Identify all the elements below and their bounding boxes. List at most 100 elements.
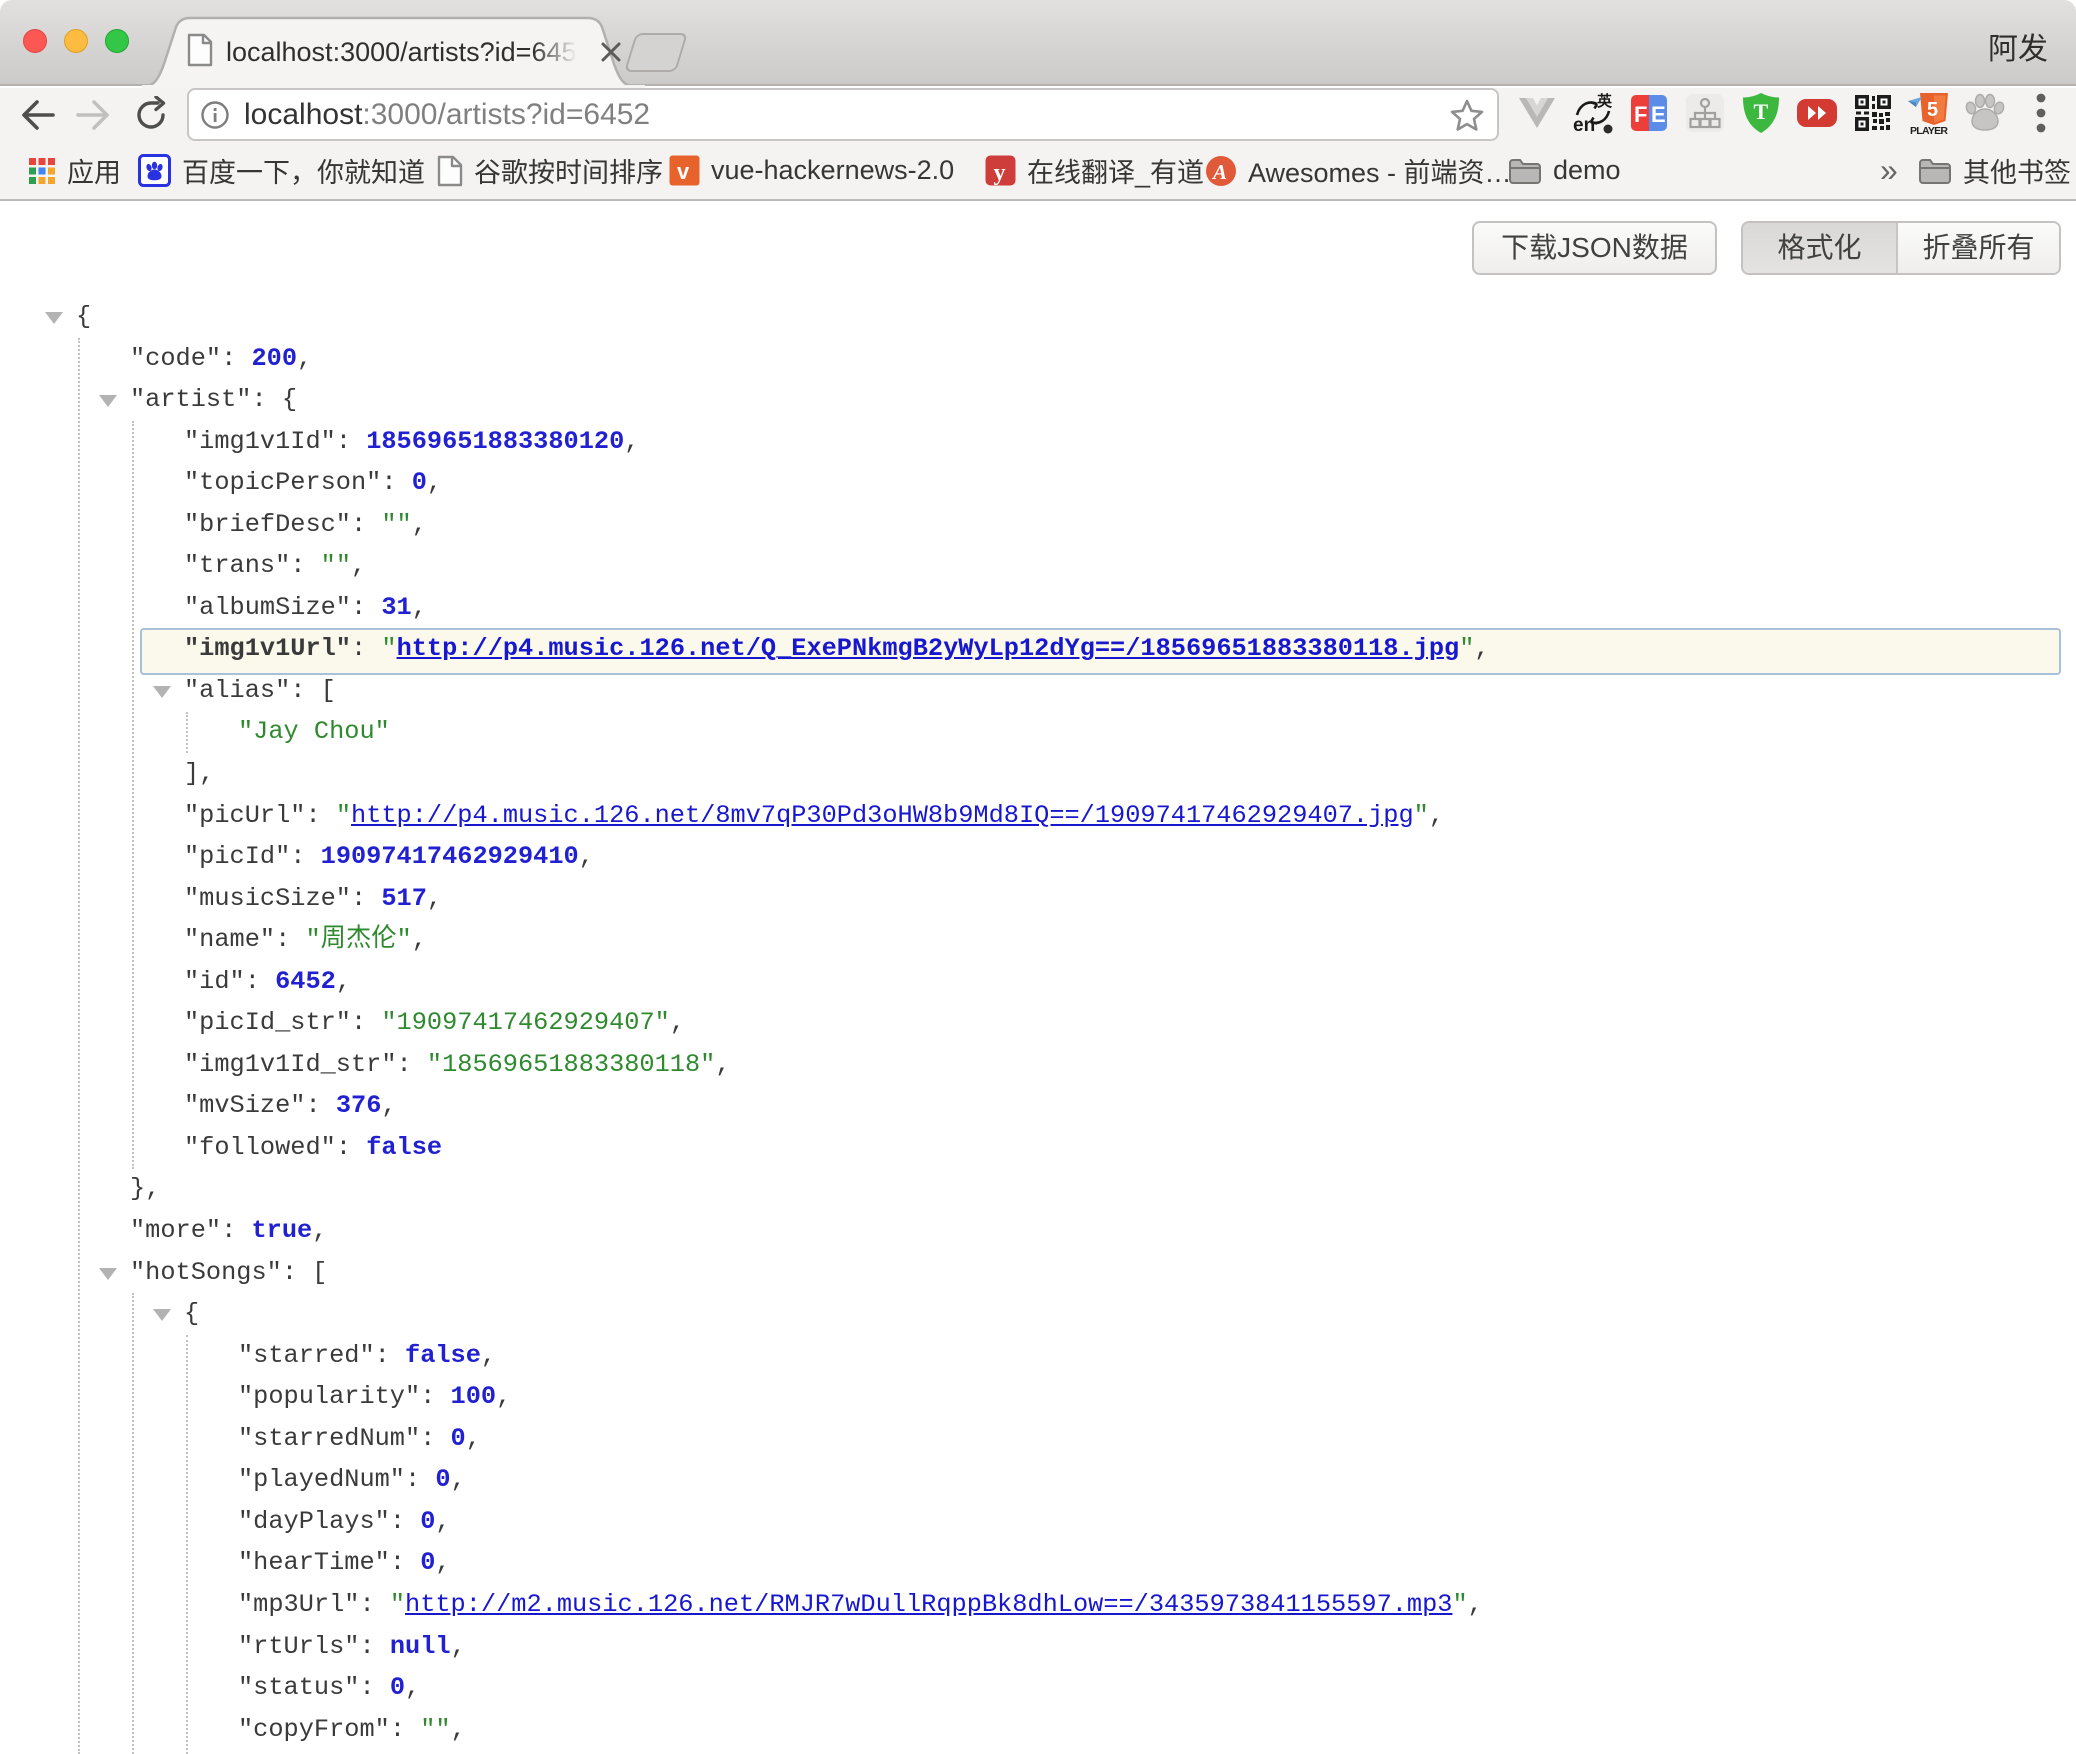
json-token: 19097417462929410 bbox=[321, 842, 579, 871]
bookmark-awesomes[interactable]: A Awesomes - 前端资… bbox=[1205, 144, 1512, 197]
url-text[interactable]: localhost:3000/artists?id=6452 bbox=[244, 98, 650, 132]
json-line: "musicSize": 517, bbox=[0, 878, 2076, 920]
json-token: : bbox=[390, 1507, 420, 1536]
navigation-toolbar: localhost:3000/artists?id=6452 en 英 bbox=[0, 88, 2076, 148]
svg-text:E: E bbox=[1651, 102, 1666, 127]
video-player-icon[interactable] bbox=[1793, 83, 1841, 143]
json-token: : bbox=[351, 510, 381, 539]
collapse-triangle-icon[interactable] bbox=[153, 686, 171, 698]
json-token: : bbox=[420, 1382, 450, 1411]
json-token: "picId_str" bbox=[184, 1008, 351, 1037]
fehelper-icon[interactable]: F E bbox=[1625, 83, 1673, 143]
tampermonkey-shield-icon[interactable]: T bbox=[1737, 83, 1785, 143]
translate-icon[interactable]: en 英 bbox=[1569, 83, 1617, 143]
profile-name[interactable]: 阿发 bbox=[1988, 24, 2048, 68]
json-token: "followed" bbox=[184, 1133, 336, 1162]
json-token: "artist" bbox=[130, 385, 251, 414]
json-line: "hotSongs": [ bbox=[0, 1252, 2076, 1294]
json-token: "more" bbox=[130, 1216, 221, 1245]
bookmarks-overflow-chevron[interactable]: » bbox=[1880, 144, 1898, 197]
tab-close-icon[interactable] bbox=[596, 37, 626, 67]
address-bar[interactable]: localhost:3000/artists?id=6452 bbox=[187, 88, 1499, 141]
zoom-window-button[interactable] bbox=[105, 29, 129, 53]
json-url-link[interactable]: http://p4.music.126.net/8mv7qP30Pd3oHW8b… bbox=[351, 801, 1414, 830]
vue-devtools-icon[interactable] bbox=[1513, 83, 1561, 143]
bookmark-baidu[interactable]: 百度一下，你就知道 bbox=[138, 144, 425, 197]
json-token: 18569651883380120 bbox=[366, 427, 624, 456]
format-button[interactable]: 格式化 bbox=[1743, 223, 1898, 273]
json-token: null bbox=[390, 1632, 451, 1661]
bookmark-folder-demo[interactable]: demo bbox=[1508, 144, 1621, 197]
json-token: , bbox=[381, 1091, 396, 1120]
bookmark-google-sort[interactable]: 谷歌按时间排序 bbox=[437, 144, 663, 197]
json-line: }, bbox=[0, 1168, 2076, 1210]
minimize-window-button[interactable] bbox=[64, 29, 88, 53]
json-token: "dayPlays" bbox=[238, 1507, 390, 1536]
indent-guide bbox=[78, 338, 80, 1754]
json-line: "starred": false, bbox=[0, 1335, 2076, 1377]
json-token: : bbox=[351, 884, 381, 913]
reload-button[interactable] bbox=[128, 85, 174, 145]
paw-icon[interactable] bbox=[1961, 83, 2009, 143]
json-token: , bbox=[405, 1673, 420, 1702]
close-window-button[interactable] bbox=[23, 29, 47, 53]
json-token: : bbox=[290, 842, 320, 871]
json-token: : bbox=[381, 468, 411, 497]
browser-tab[interactable]: localhost:3000/artists?id=645 bbox=[140, 16, 645, 88]
json-line: "trans": "", bbox=[0, 545, 2076, 587]
json-token: 0 bbox=[451, 1424, 466, 1453]
json-token: , bbox=[1429, 801, 1444, 830]
json-token: "trans" bbox=[184, 551, 290, 580]
new-tab-button[interactable] bbox=[624, 33, 688, 72]
json-token: "name" bbox=[184, 925, 275, 954]
json-token: : bbox=[351, 634, 381, 663]
bookmark-youdao-translate[interactable]: y 在线翻译_有道 bbox=[985, 144, 1204, 197]
indent-guide bbox=[186, 1335, 188, 1754]
bookmark-label: » bbox=[1880, 152, 1898, 189]
forward-button[interactable] bbox=[71, 85, 117, 145]
collapse-triangle-icon[interactable] bbox=[153, 1309, 171, 1321]
json-token: true bbox=[251, 1216, 312, 1245]
tab-strip: localhost:3000/artists?id=645 阿发 bbox=[0, 0, 2076, 86]
json-token: , bbox=[1468, 1590, 1483, 1619]
browser-menu-icon[interactable] bbox=[2017, 83, 2065, 143]
json-token: "18569651883380118" bbox=[427, 1050, 715, 1079]
json-token: , bbox=[451, 1715, 466, 1744]
svg-text:F: F bbox=[1634, 102, 1647, 127]
svg-text:v: v bbox=[677, 159, 690, 184]
svg-text:A: A bbox=[1211, 160, 1227, 184]
json-token: "musicSize" bbox=[184, 884, 351, 913]
download-json-button[interactable]: 下载JSON数据 bbox=[1472, 221, 1717, 275]
collapse-triangle-icon[interactable] bbox=[45, 312, 63, 324]
json-url-link[interactable]: http://p4.music.126.net/Q_ExePNkmgB2yWyL… bbox=[397, 634, 1460, 663]
json-token: "code" bbox=[130, 344, 221, 373]
json-token: 0 bbox=[390, 1673, 405, 1702]
svg-text:T: T bbox=[1754, 99, 1769, 124]
json-line: "artist": { bbox=[0, 379, 2076, 421]
tab-page-icon bbox=[186, 33, 214, 72]
bookmark-folder-other[interactable]: 其他书签 bbox=[1918, 144, 2071, 197]
bookmark-star-icon[interactable] bbox=[1447, 96, 1487, 141]
json-token: " bbox=[1452, 1590, 1467, 1619]
back-button[interactable] bbox=[14, 85, 60, 145]
json-token: 200 bbox=[251, 344, 297, 373]
collapse-all-button[interactable]: 折叠所有 bbox=[1898, 223, 2059, 273]
json-token: : bbox=[351, 1008, 381, 1037]
collapse-triangle-icon[interactable] bbox=[99, 395, 117, 407]
json-line: "more": true, bbox=[0, 1210, 2076, 1252]
json-line: "picId_str": "19097417462929407", bbox=[0, 1002, 2076, 1044]
sitemap-icon[interactable] bbox=[1681, 83, 1729, 143]
page-info-icon[interactable] bbox=[200, 100, 230, 130]
youdao-icon: y bbox=[985, 155, 1016, 186]
json-line-highlighted: "img1v1Url": "http://p4.music.126.net/Q_… bbox=[0, 628, 2076, 670]
json-token: : bbox=[305, 1091, 335, 1120]
json-token: : bbox=[405, 1465, 435, 1494]
qrcode-icon[interactable] bbox=[1849, 83, 1897, 143]
html5-player-icon[interactable]: 5 PLAYER bbox=[1905, 83, 1953, 143]
collapse-triangle-icon[interactable] bbox=[99, 1268, 117, 1280]
json-token: , bbox=[412, 925, 427, 954]
json-token: , bbox=[297, 344, 312, 373]
bookmark-vue-hackernews[interactable]: v vue-hackernews-2.0 bbox=[669, 144, 954, 197]
json-url-link[interactable]: http://m2.music.126.net/RMJR7wDullRqppBk… bbox=[405, 1590, 1452, 1619]
bookmark-apps[interactable]: 应用 bbox=[28, 144, 121, 197]
